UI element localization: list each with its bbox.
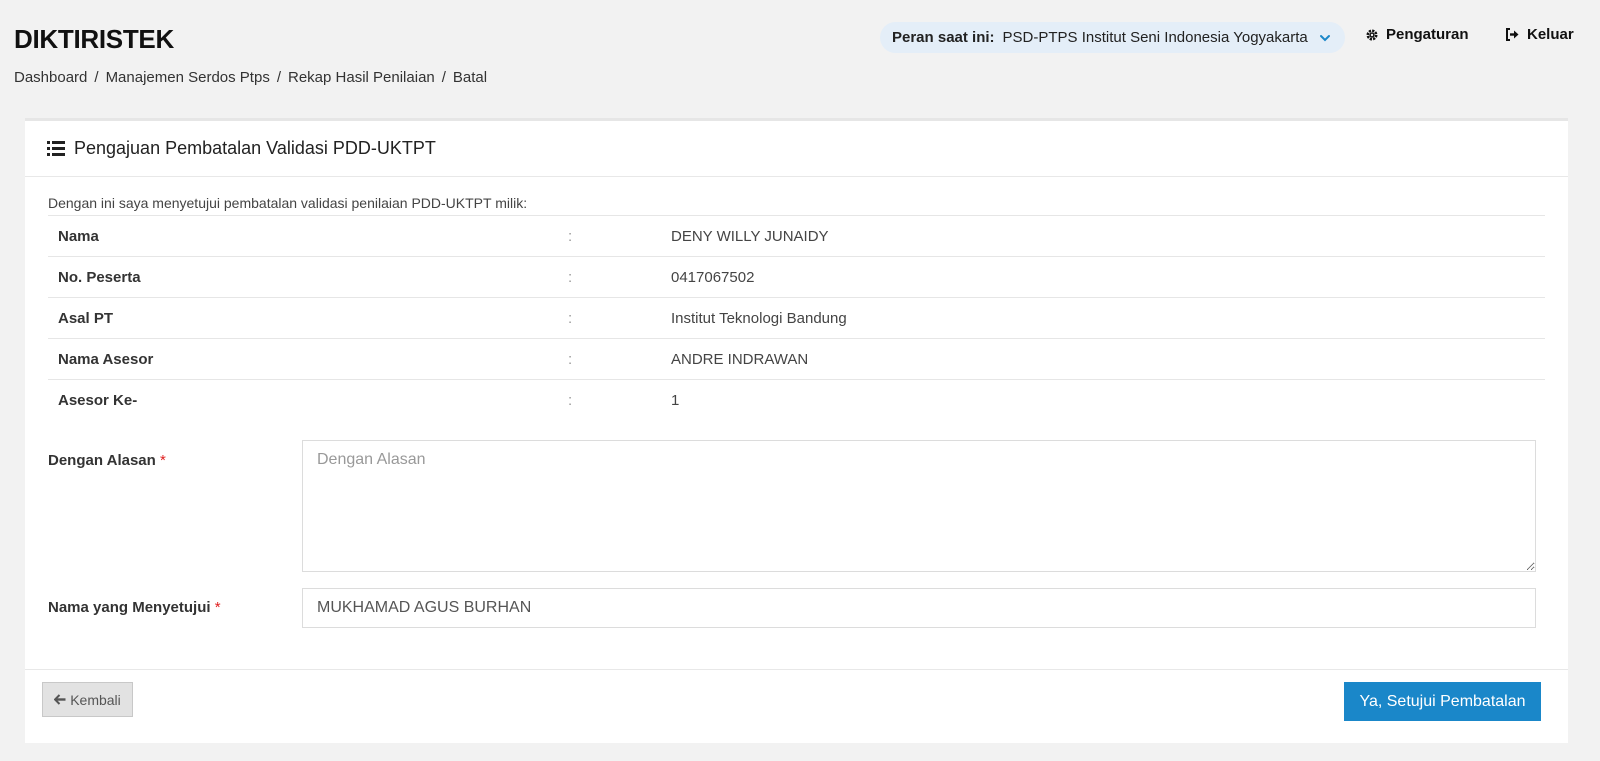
table-row: Nama : DENY WILLY JUNAIDY xyxy=(48,215,1545,257)
logout-link[interactable]: Keluar xyxy=(1505,26,1574,43)
logout-label: Keluar xyxy=(1527,26,1574,43)
top-bar: DIKTIRISTEK Dashboard / Manajemen Serdos… xyxy=(0,0,1600,115)
card-body: Dengan ini saya menyetujui pembatalan va… xyxy=(25,177,1568,421)
card-footer: Kembali Ya, Setujui Pembatalan xyxy=(25,669,1568,746)
detail-label: Nama Asesor xyxy=(48,338,568,380)
cancellation-card: Pengajuan Pembatalan Validasi PDD-UKTPT … xyxy=(25,118,1568,743)
detail-separator: : xyxy=(568,297,671,339)
detail-label: No. Peserta xyxy=(48,256,568,298)
detail-separator: : xyxy=(568,215,671,257)
sign-out-icon xyxy=(1506,28,1519,41)
breadcrumb-dashboard[interactable]: Dashboard xyxy=(14,69,87,86)
arrow-left-icon xyxy=(54,694,66,705)
approver-label: Nama yang Menyetujui * xyxy=(48,599,221,616)
detail-label: Asal PT xyxy=(48,297,568,339)
detail-separator: : xyxy=(568,379,671,421)
approver-name-input[interactable] xyxy=(302,588,1536,628)
brand-title: DIKTIRISTEK xyxy=(14,24,174,54)
intro-text: Dengan ini saya menyetujui pembatalan va… xyxy=(48,195,528,211)
breadcrumb: Dashboard / Manajemen Serdos Ptps / Reka… xyxy=(14,69,488,86)
breadcrumb-manajemen-serdos[interactable]: Manajemen Serdos Ptps xyxy=(106,69,270,86)
table-row: Asesor Ke- : 1 xyxy=(48,379,1545,421)
reason-textarea[interactable] xyxy=(302,440,1536,572)
role-selector[interactable]: Peran saat ini: PSD-PTPS Institut Seni I… xyxy=(880,22,1345,53)
detail-label: Asesor Ke- xyxy=(48,379,568,421)
list-icon xyxy=(47,141,65,156)
detail-value: DENY WILLY JUNAIDY xyxy=(671,215,1545,257)
back-button-label: Kembali xyxy=(70,691,121,708)
reason-label: Dengan Alasan * xyxy=(48,452,166,469)
settings-label: Pengaturan xyxy=(1386,26,1469,43)
detail-value: ANDRE INDRAWAN xyxy=(671,338,1545,380)
back-button[interactable]: Kembali xyxy=(42,682,133,717)
gear-icon xyxy=(1366,29,1378,40)
table-row: Nama Asesor : ANDRE INDRAWAN xyxy=(48,338,1545,380)
card-header: Pengajuan Pembatalan Validasi PDD-UKTPT xyxy=(25,121,1568,177)
table-row: Asal PT : Institut Teknologi Bandung xyxy=(48,297,1545,339)
participant-details-table: Nama : DENY WILLY JUNAIDY No. Peserta : … xyxy=(48,215,1545,421)
breadcrumb-current: Batal xyxy=(452,69,488,86)
required-mark: * xyxy=(159,452,166,469)
required-mark: * xyxy=(214,599,221,616)
settings-link[interactable]: Pengaturan xyxy=(1365,26,1469,43)
approver-row: Nama yang Menyetujui * xyxy=(25,588,1568,630)
card-title: Pengajuan Pembatalan Validasi PDD-UKTPT xyxy=(74,138,436,158)
role-value: PSD-PTPS Institut Seni Indonesia Yogyaka… xyxy=(1002,29,1308,46)
detail-value: 1 xyxy=(671,379,1545,421)
chevron-down-icon xyxy=(1319,34,1330,41)
reason-row: Dengan Alasan * xyxy=(25,440,1568,575)
detail-separator: : xyxy=(568,256,671,298)
detail-separator: : xyxy=(568,338,671,380)
breadcrumb-rekap-hasil[interactable]: Rekap Hasil Penilaian xyxy=(288,69,435,86)
role-label: Peran saat ini: xyxy=(892,29,995,46)
detail-value: 0417067502 xyxy=(671,256,1545,298)
table-row: No. Peserta : 0417067502 xyxy=(48,256,1545,298)
detail-label: Nama xyxy=(48,215,568,257)
approve-cancellation-button[interactable]: Ya, Setujui Pembatalan xyxy=(1344,682,1541,721)
detail-value: Institut Teknologi Bandung xyxy=(671,297,1545,339)
